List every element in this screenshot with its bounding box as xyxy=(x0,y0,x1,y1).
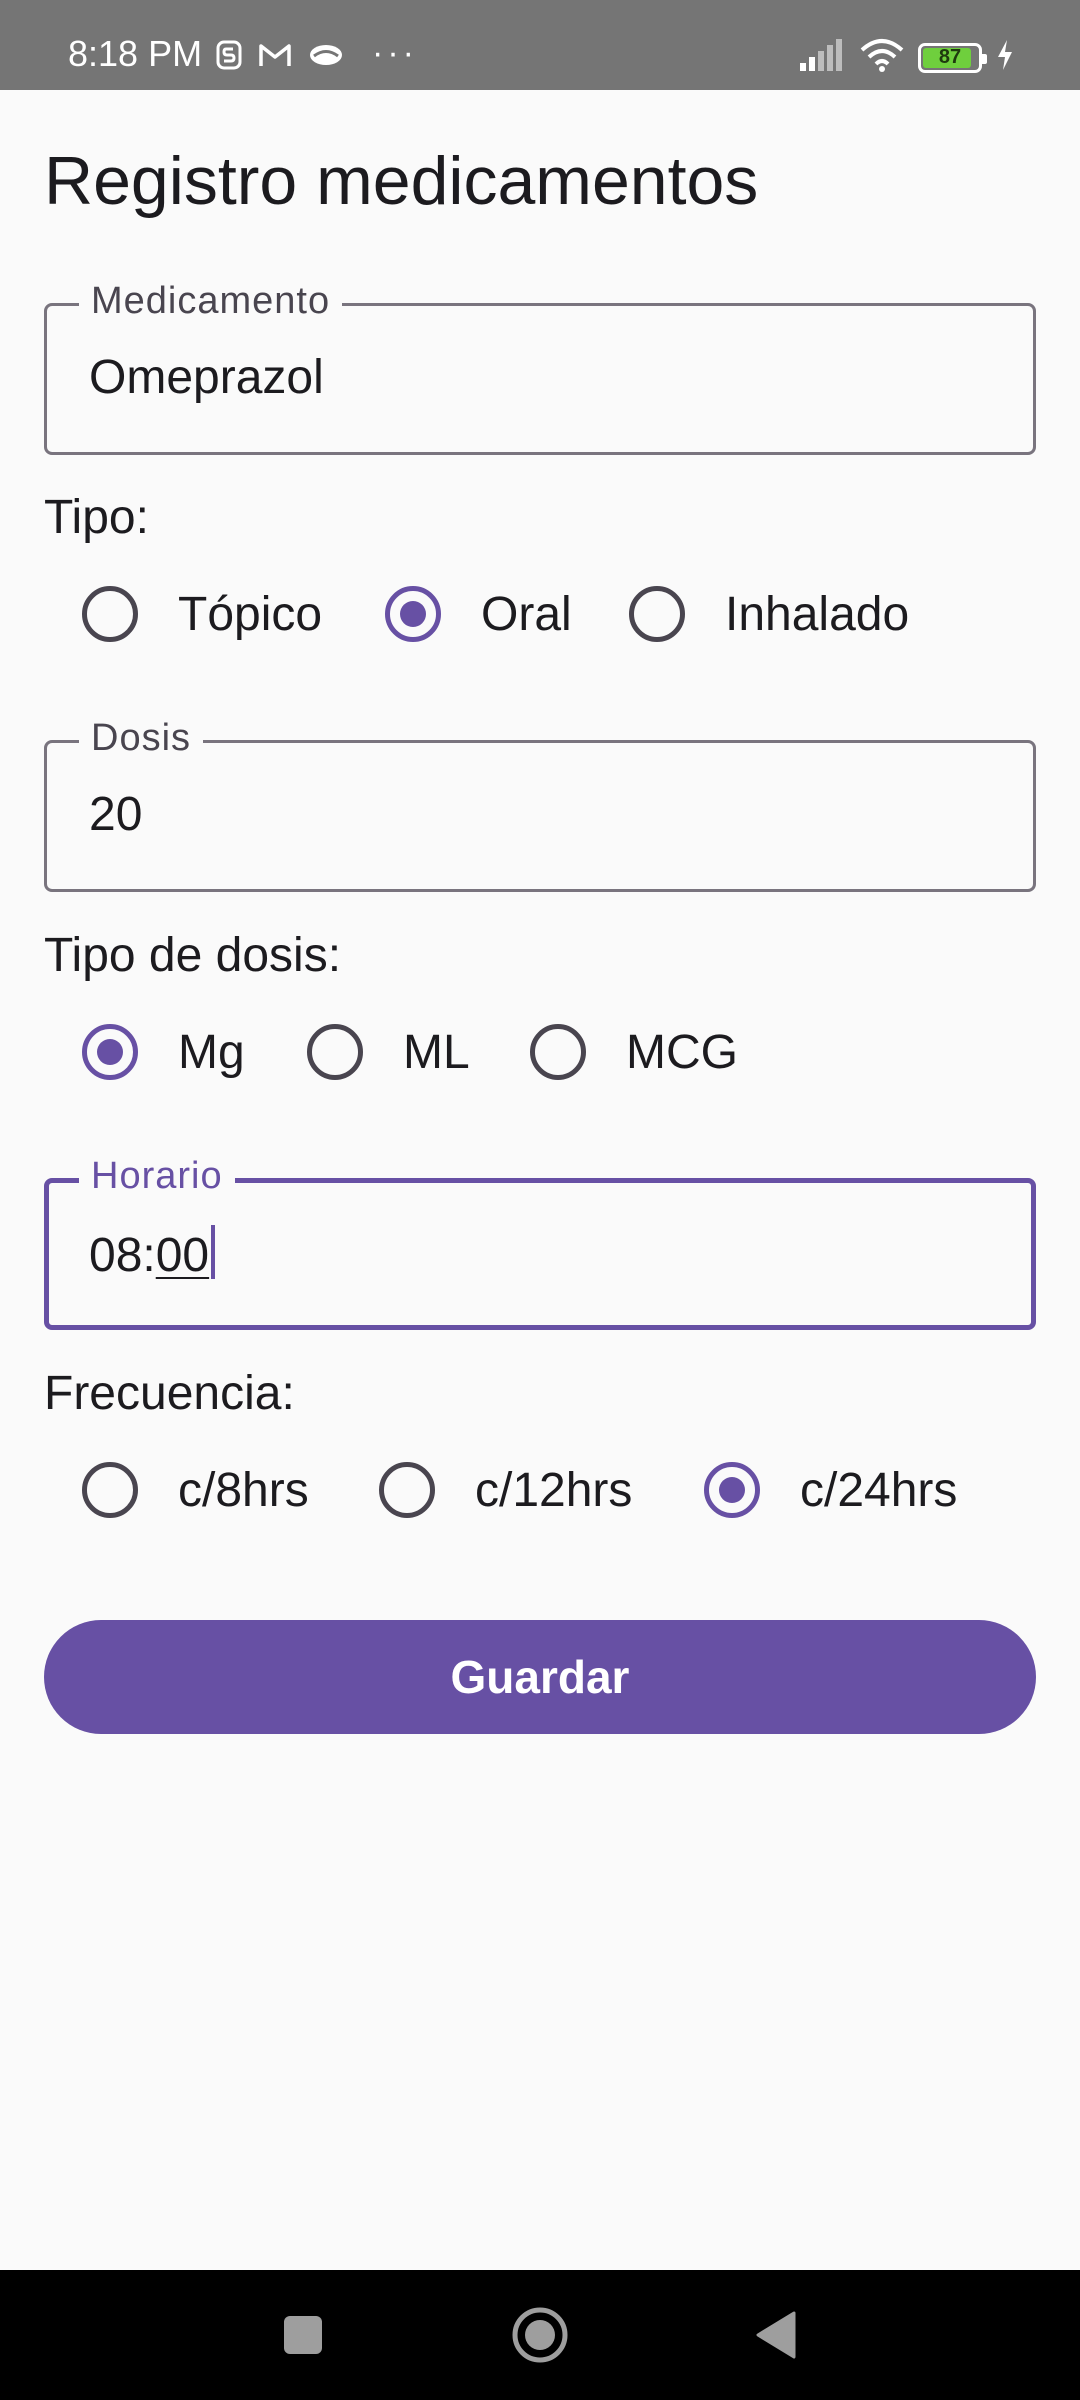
radio-topico-circle[interactable] xyxy=(82,586,138,642)
gmail-icon xyxy=(258,42,292,73)
radio-c12hrs-circle[interactable] xyxy=(379,1462,435,1518)
frecuencia-label: Frecuencia: xyxy=(44,1367,295,1420)
charging-icon xyxy=(996,40,1014,75)
radio-mcg-label[interactable]: MCG xyxy=(626,1025,738,1080)
dosis-field[interactable]: Dosis 20 xyxy=(44,717,1036,892)
radio-oral[interactable]: Oral xyxy=(385,574,572,654)
back-button[interactable] xyxy=(716,2270,836,2400)
radio-c24hrs-label[interactable]: c/24hrs xyxy=(800,1463,957,1518)
horario-value: 08:00 xyxy=(89,1225,216,1283)
s-icon xyxy=(216,40,242,75)
tipo-dosis-label: Tipo de dosis: xyxy=(44,929,342,982)
text-cursor xyxy=(211,1225,216,1279)
battery-level: 87 xyxy=(938,46,962,68)
tipo-label: Tipo: xyxy=(44,491,149,544)
frecuencia-radio-group: c/8hrs c/12hrs c/24hrs xyxy=(0,1450,1080,1530)
horario-field[interactable]: Horario 08:00 xyxy=(44,1155,1036,1330)
cloud-icon xyxy=(308,43,344,72)
dosis-label: Dosis xyxy=(79,717,204,760)
navigation-bar xyxy=(0,2270,1080,2400)
horario-label: Horario xyxy=(79,1155,235,1198)
radio-c24hrs-circle[interactable] xyxy=(704,1462,760,1518)
radio-topico[interactable]: Tópico xyxy=(82,574,322,654)
radio-mcg[interactable]: MCG xyxy=(530,1012,738,1092)
radio-c8hrs-label[interactable]: c/8hrs xyxy=(178,1463,309,1518)
signal-icon xyxy=(800,39,846,76)
medicamento-label: Medicamento xyxy=(79,280,343,323)
battery-icon: 87 xyxy=(918,42,987,73)
radio-c12hrs-label[interactable]: c/12hrs xyxy=(475,1463,632,1518)
radio-inhalado-circle[interactable] xyxy=(629,586,685,642)
back-icon xyxy=(756,2311,796,2359)
medicamento-field[interactable]: Medicamento Omeprazol xyxy=(44,280,1036,455)
radio-c24hrs[interactable]: c/24hrs xyxy=(704,1450,957,1530)
save-button[interactable]: Guardar xyxy=(44,1620,1036,1734)
radio-inhalado[interactable]: Inhalado xyxy=(629,574,909,654)
radio-c12hrs[interactable]: c/12hrs xyxy=(379,1450,632,1530)
radio-mcg-circle[interactable] xyxy=(530,1024,586,1080)
radio-mg-circle[interactable] xyxy=(82,1024,138,1080)
radio-ml[interactable]: ML xyxy=(307,1012,470,1092)
medicamento-value: Omeprazol xyxy=(89,351,324,404)
recents-button[interactable] xyxy=(243,2270,363,2400)
tipo-radio-group: Tópico Oral Inhalado xyxy=(0,574,1080,654)
status-time: 8:18 PM xyxy=(68,33,203,74)
dosis-value: 20 xyxy=(89,788,143,841)
wifi-icon xyxy=(860,38,904,77)
status-bar: 8:18 PM ··· 87 xyxy=(0,0,1080,90)
radio-mg[interactable]: Mg xyxy=(82,1012,245,1092)
radio-oral-label[interactable]: Oral xyxy=(481,587,572,642)
home-button[interactable] xyxy=(480,2270,600,2400)
radio-oral-circle[interactable] xyxy=(385,586,441,642)
radio-c8hrs-circle[interactable] xyxy=(82,1462,138,1518)
tipo-dosis-radio-group: Mg ML MCG xyxy=(0,1012,1080,1092)
page-title: Registro medicamentos xyxy=(44,143,759,219)
radio-ml-circle[interactable] xyxy=(307,1024,363,1080)
recents-icon xyxy=(284,2316,322,2354)
radio-inhalado-label[interactable]: Inhalado xyxy=(725,587,909,642)
radio-c8hrs[interactable]: c/8hrs xyxy=(82,1450,309,1530)
more-icon: ··· xyxy=(372,34,418,72)
radio-ml-label[interactable]: ML xyxy=(403,1025,470,1080)
radio-topico-label[interactable]: Tópico xyxy=(178,587,322,642)
home-icon xyxy=(512,2307,568,2363)
horario-value-prefix: 08: xyxy=(89,1229,156,1282)
radio-mg-label[interactable]: Mg xyxy=(178,1025,245,1080)
horario-value-composing: 00 xyxy=(155,1229,210,1282)
